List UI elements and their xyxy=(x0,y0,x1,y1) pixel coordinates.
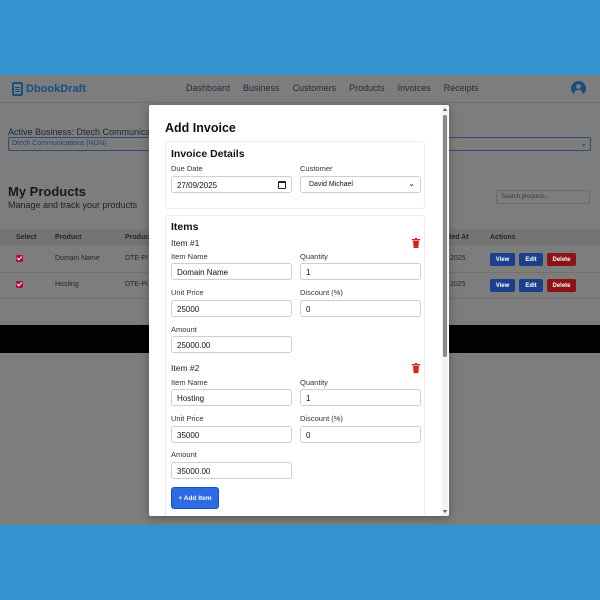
amount-field: 35000.00 xyxy=(171,462,292,479)
due-date-input[interactable]: 27/09/2025 xyxy=(171,176,292,193)
item-name-label: Item Name xyxy=(171,252,208,261)
row-code: DTE-PI xyxy=(125,281,148,288)
col-code: Produc xyxy=(125,234,150,241)
unit-price-input[interactable]: 25000 xyxy=(171,300,292,317)
customer-label: Customer xyxy=(300,164,333,173)
page-subtitle: Manage and track your products xyxy=(8,200,138,210)
quantity-label: Quantity xyxy=(300,252,328,261)
scrollbar-thumb[interactable] xyxy=(443,115,447,357)
row-product: Hosting xyxy=(55,281,79,288)
add-item-button[interactable]: + Add Item xyxy=(171,487,219,509)
nav-products[interactable]: Products xyxy=(349,83,385,93)
nav-business[interactable]: Business xyxy=(243,83,280,93)
modal-title: Add Invoice xyxy=(165,121,236,135)
discount-input[interactable]: 0 xyxy=(300,426,421,443)
invoice-details-heading: Invoice Details xyxy=(171,148,245,160)
logo[interactable]: DbookDraft xyxy=(12,81,86,96)
unit-price-input[interactable]: 35000 xyxy=(171,426,292,443)
chevron-down-icon: ⌄ xyxy=(580,139,587,148)
nav-customers[interactable]: Customers xyxy=(293,83,337,93)
quantity-label: Quantity xyxy=(300,378,328,387)
customer-value: David Michael xyxy=(309,181,353,188)
logo-text: DbookDraft xyxy=(26,82,86,95)
discount-label: Discount (%) xyxy=(300,288,343,297)
unit-price-label: Unit Price xyxy=(171,414,204,423)
page-title: My Products xyxy=(8,184,87,199)
nav-dashboard[interactable]: Dashboard xyxy=(186,83,230,93)
unit-price-label: Unit Price xyxy=(171,288,204,297)
row-checkbox[interactable] xyxy=(16,255,23,262)
item-name-input[interactable]: Hosting xyxy=(171,389,292,406)
col-created-at: ted At xyxy=(449,234,469,241)
amount-label: Amount xyxy=(171,450,197,459)
business-select-value: Dtech Communications (NGN) xyxy=(12,140,107,147)
edit-button[interactable]: Edit xyxy=(519,279,543,292)
add-invoice-modal: Add Invoice Invoice Details Due Date 27/… xyxy=(149,105,449,516)
due-date-label: Due Date xyxy=(171,164,203,173)
view-button[interactable]: View xyxy=(490,279,515,292)
scroll-up-arrow-icon[interactable] xyxy=(443,108,447,111)
items-card: Items Item #1 Item Name Domain Name Quan… xyxy=(165,215,425,516)
active-business-label: Active Business: Dtech Communica xyxy=(8,127,151,137)
item-name-label: Item Name xyxy=(171,378,208,387)
scroll-down-arrow-icon[interactable] xyxy=(443,510,447,513)
item-1-title: Item #1 xyxy=(171,238,200,248)
row-date: 2025 xyxy=(450,255,466,262)
search-products-input[interactable]: Search products... xyxy=(496,190,590,204)
user-avatar-icon[interactable] xyxy=(571,81,586,96)
chevron-down-icon: ⌄ xyxy=(408,179,415,188)
delete-button[interactable]: Delete xyxy=(547,279,576,292)
due-date-value: 27/09/2025 xyxy=(177,181,218,190)
discount-input[interactable]: 0 xyxy=(300,300,421,317)
view-button[interactable]: View xyxy=(490,253,515,266)
row-product: Domain Name xyxy=(55,255,100,262)
trash-icon[interactable] xyxy=(412,238,420,248)
nav-receipts[interactable]: Receipts xyxy=(444,83,479,93)
items-heading: Items xyxy=(171,221,199,233)
amount-label: Amount xyxy=(171,325,197,334)
nav-links: Dashboard Business Customers Products In… xyxy=(186,83,479,93)
row-date: 2025 xyxy=(450,281,466,288)
amount-field: 25000.00 xyxy=(171,336,292,353)
row-checkbox[interactable] xyxy=(16,281,23,288)
col-select: Select xyxy=(16,234,37,241)
trash-icon[interactable] xyxy=(412,363,420,373)
nav-invoices[interactable]: Invoices xyxy=(398,83,431,93)
col-actions: Actions xyxy=(490,234,516,241)
edit-button[interactable]: Edit xyxy=(519,253,543,266)
calendar-icon[interactable] xyxy=(278,181,286,189)
item-2-title: Item #2 xyxy=(171,363,200,373)
quantity-input[interactable]: 1 xyxy=(300,389,421,406)
book-icon xyxy=(12,81,23,96)
invoice-details-card: Invoice Details Due Date 27/09/2025 Cust… xyxy=(165,141,425,209)
discount-label: Discount (%) xyxy=(300,414,343,423)
navbar: DbookDraft Dashboard Business Customers … xyxy=(0,75,600,103)
quantity-input[interactable]: 1 xyxy=(300,263,421,280)
customer-select[interactable]: David Michael ⌄ xyxy=(300,176,421,193)
delete-button[interactable]: Delete xyxy=(547,253,576,266)
row-code: DTE-PI xyxy=(125,255,148,262)
col-product: Product xyxy=(55,234,82,241)
item-name-input[interactable]: Domain Name xyxy=(171,263,292,280)
